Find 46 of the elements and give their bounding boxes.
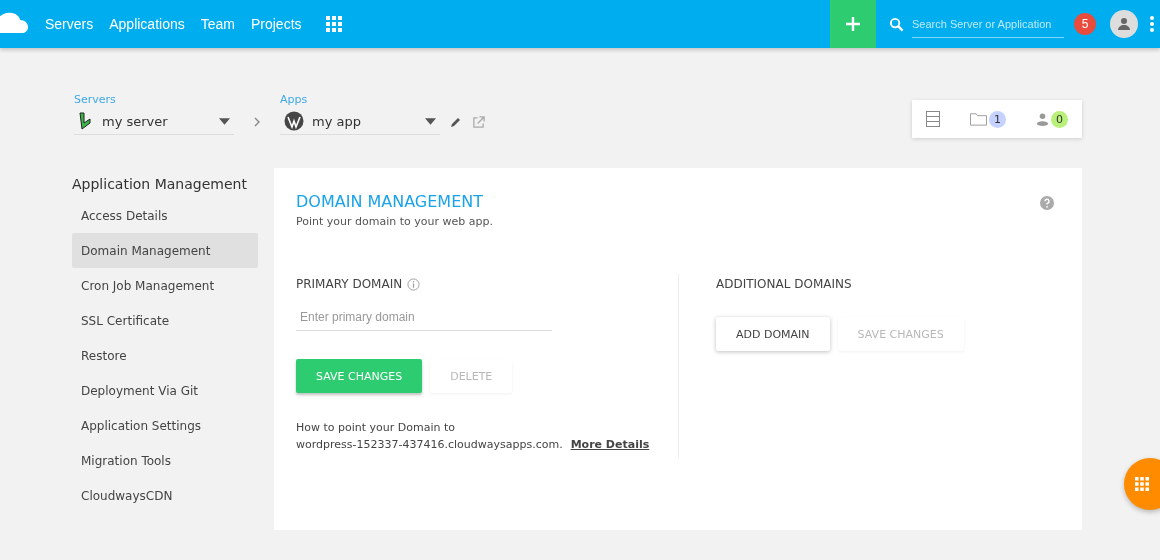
help-text: How to point your Domain to (296, 420, 456, 436)
field-label: Apps (280, 93, 308, 106)
pencil-icon[interactable] (450, 116, 462, 128)
sidebar-item[interactable]: Application Settings (72, 408, 258, 443)
info-icon[interactable] (407, 277, 421, 291)
avatar-icon[interactable] (1110, 10, 1138, 38)
count-badge: 1 (989, 110, 1006, 128)
sidebar-item[interactable]: CloudwaysCDN (72, 478, 258, 513)
server-list-icon[interactable] (926, 111, 940, 127)
search-icon[interactable] (889, 16, 904, 32)
user-icon[interactable] (1036, 112, 1049, 126)
sidebar-item[interactable]: Deployment Via Git (72, 373, 258, 408)
more-icon[interactable] (1150, 16, 1154, 32)
caret-icon[interactable] (425, 117, 436, 125)
panel-subtitle: Point your domain to your web app. (296, 215, 493, 228)
app-select[interactable]: my app (280, 108, 440, 135)
add-button[interactable] (830, 0, 876, 48)
sidebar-item[interactable]: SSL Certificate (72, 303, 258, 338)
section-heading: PRIMARY DOMAIN (296, 277, 403, 291)
chevron-icon (254, 117, 260, 127)
folder-icon[interactable] (970, 112, 987, 126)
sidebar-item[interactable]: Restore (72, 338, 258, 373)
field-label: Servers (74, 93, 116, 106)
search-field[interactable]: Search Server or Application (912, 10, 1064, 38)
server-logo-icon (78, 112, 94, 130)
server-select[interactable]: my server (74, 108, 234, 135)
sidebar-item[interactable]: Domain Management (72, 233, 258, 268)
grid-icon[interactable] (325, 16, 342, 32)
sidebar-item[interactable]: Migration Tools (72, 443, 258, 478)
sidebar-title: Application Management (72, 176, 248, 192)
cloud-logo[interactable] (0, 12, 30, 36)
domain-text: wordpress-152337-437416.cloudwaysapps.com. (296, 437, 563, 453)
external-link-icon[interactable] (472, 115, 485, 129)
notification-badge[interactable]: 5 (1074, 13, 1096, 35)
more-details-link[interactable]: More Details (570, 436, 650, 453)
action-button[interactable]: ADD DOMAIN (716, 317, 830, 351)
section-heading: ADDITIONAL DOMAINS (716, 277, 852, 291)
caret-icon[interactable] (219, 117, 230, 125)
help-icon[interactable] (1040, 196, 1054, 210)
grid-icon (1135, 477, 1149, 491)
sidebar-item[interactable]: Access Details (72, 198, 258, 233)
count-badge: 0 (1051, 110, 1068, 128)
panel-title: DOMAIN MANAGEMENT (296, 192, 484, 211)
sidebar-item[interactable]: Cron Job Management (72, 268, 258, 303)
wordpress-logo-icon (284, 111, 304, 131)
plus-icon (845, 16, 861, 32)
